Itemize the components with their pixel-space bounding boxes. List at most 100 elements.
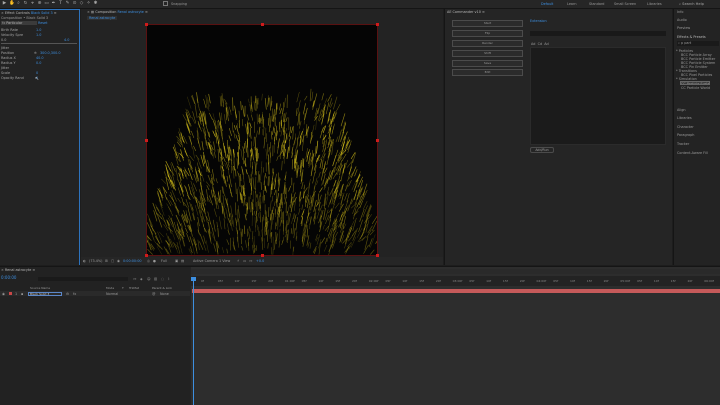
panel-menu-icon[interactable]: ≡ <box>482 10 485 14</box>
fx-switch-icon[interactable]: fx <box>73 292 76 296</box>
layer-handle[interactable] <box>145 23 148 26</box>
param-row[interactable]: Radius Y 0.0 <box>0 61 80 65</box>
param-row[interactable]: Jitter <box>0 46 80 50</box>
pen-tool-icon[interactable]: ✒ <box>51 1 56 6</box>
search-help-box[interactable]: ⌕ Search Help <box>679 1 719 7</box>
timeline-icon[interactable]: ▭ <box>243 259 246 263</box>
panel-effects-presets[interactable]: Effects & Presets <box>677 35 706 39</box>
layer-handle[interactable] <box>261 23 264 26</box>
layer-mode-dropdown[interactable]: Normal <box>106 292 118 296</box>
workspace-tab-small-screen[interactable]: Small Screen <box>614 2 636 6</box>
workspace-tab-libraries[interactable]: Libraries <box>647 2 662 6</box>
comp-flowchart-icon[interactable]: ⊶ <box>133 277 136 281</box>
zoom-tool-icon[interactable]: ⌕ <box>16 1 21 6</box>
panel-audio[interactable]: Audio <box>677 18 687 22</box>
extension-list[interactable] <box>530 47 666 145</box>
panel-libraries[interactable]: Libraries <box>677 116 692 120</box>
flowchart-icon[interactable]: ⊶ <box>249 259 252 263</box>
layer-search-input[interactable] <box>38 277 128 281</box>
roto-tool-icon[interactable]: ✧ <box>86 1 91 6</box>
workspace-tab-learn[interactable]: Learn <box>567 2 576 6</box>
col-parent[interactable]: Parent & Link <box>152 286 172 290</box>
shy-icon[interactable]: ☺ <box>147 277 151 281</box>
param-slider[interactable] <box>1 43 77 44</box>
effect-row-particular[interactable]: fx Particular <box>1 21 37 25</box>
timeline-timecode[interactable]: 0:00:00 <box>1 275 16 280</box>
effects-search-input[interactable]: ⌕ p part <box>677 41 719 46</box>
clone-tool-icon[interactable]: ⊙ <box>72 1 77 6</box>
hand-tool-icon[interactable]: ✋ <box>9 1 15 6</box>
pick-whip-icon[interactable]: @ <box>152 292 155 296</box>
resolution-dropdown[interactable]: Full <box>161 259 167 263</box>
timeline-track-pane[interactable]: 0f 05f 10f 15f 20f 01:00f 05f 10f 15f 20f 02:00f 05… <box>191 267 720 405</box>
region-icon[interactable]: ▣ <box>175 259 178 263</box>
frame-blend-icon[interactable]: ▥ <box>154 277 157 281</box>
work-area-bar[interactable] <box>191 269 720 274</box>
panel-menu-icon[interactable]: ≡ <box>32 268 35 272</box>
close-icon[interactable]: × <box>87 10 90 14</box>
panel-character[interactable]: Character <box>677 125 694 129</box>
transparency-icon[interactable]: ▤ <box>181 259 184 263</box>
commander-tab[interactable]: AE Commander v10 ≡ <box>447 10 485 14</box>
param-row[interactable]: Birth Rate 1.0 <box>0 28 80 32</box>
panel-tracker[interactable]: Tracker <box>677 142 689 146</box>
fast-preview-icon[interactable]: ⚡ <box>237 259 239 263</box>
layer-handle[interactable] <box>376 23 379 26</box>
views-dropdown[interactable]: 1 View <box>219 259 230 263</box>
param-slider-row[interactable]: 0.0 4.0 <box>0 38 80 42</box>
param-row[interactable]: Velocity Spre 1.0 <box>0 33 80 37</box>
layer-handle[interactable] <box>145 139 148 142</box>
panel-menu-icon[interactable]: ≡ <box>145 10 148 14</box>
selection-tool-icon[interactable]: ▶ <box>2 1 7 6</box>
close-icon[interactable]: × <box>1 268 4 272</box>
mask-icon[interactable]: ▢ <box>111 259 114 263</box>
preview-icon[interactable]: ◐ <box>83 259 86 263</box>
rotate-tool-icon[interactable]: ↻ <box>23 1 28 6</box>
effect-controls-tab[interactable]: × Effect Controls Black Solid 3 ≡ <box>1 11 57 15</box>
workspace-tab-standard[interactable]: Standard <box>589 2 604 6</box>
eraser-tool-icon[interactable]: ◇ <box>79 1 84 6</box>
tree-item[interactable]: CC Particle World <box>681 86 710 90</box>
composition-tab[interactable]: × ▦ Composition Renal astrocyte ≡ <box>87 9 148 15</box>
param-row[interactable]: Scale 0 <box>0 71 80 75</box>
current-time-indicator[interactable] <box>193 277 194 405</box>
panel-menu-icon[interactable]: ≡ <box>54 11 57 15</box>
current-time-indicator-head[interactable] <box>191 277 196 281</box>
label-color-swatch[interactable] <box>9 292 12 295</box>
camera-dropdown[interactable]: Active Camera <box>193 259 218 263</box>
panel-paragraph[interactable]: Paragraph <box>677 133 694 137</box>
crosshair-icon[interactable]: ⊕ <box>34 51 37 55</box>
puppet-tool-icon[interactable]: ✱ <box>93 1 98 6</box>
col-mode[interactable]: Mode <box>106 286 114 290</box>
layer-duration-bar[interactable] <box>192 289 720 293</box>
panel-align[interactable]: Align <box>677 108 686 112</box>
flip-button[interactable]: Flip <box>452 30 523 37</box>
graph-editor-icon[interactable]: ⌇ <box>168 277 170 281</box>
render-button[interactable]: Render <box>452 40 523 47</box>
color-icon[interactable]: ● <box>153 259 156 263</box>
save-button[interactable]: Save <box>452 60 523 67</box>
layer-name-field[interactable]: Black Solid 3 <box>28 291 62 296</box>
col-trkmat[interactable]: TrkMat <box>129 286 139 290</box>
start-button[interactable]: Start <box>452 20 523 27</box>
zoom-dropdown[interactable]: (73.4%) <box>89 259 102 263</box>
timecode-display[interactable]: 0:00:00:00 <box>123 259 142 263</box>
col-source-name[interactable]: Source Name <box>30 286 50 290</box>
col-t[interactable]: T <box>122 286 124 290</box>
visibility-icon[interactable]: ◉ <box>2 292 5 296</box>
workspace-tab-default[interactable]: Default <box>541 2 553 6</box>
pan-behind-tool-icon[interactable]: ⊕ <box>37 1 42 6</box>
shift-button[interactable]: Shift <box>452 50 523 57</box>
snapping-checkbox[interactable] <box>163 1 168 6</box>
close-icon[interactable]: × <box>1 11 4 15</box>
param-row[interactable]: Opacity Rand 0 <box>0 76 80 80</box>
draft-3d-icon[interactable]: ◈ <box>140 277 143 281</box>
camera-tool-icon[interactable]: ⌖ <box>30 1 35 6</box>
motion-blur-icon[interactable]: ◌ <box>161 277 164 281</box>
snapshot-icon[interactable]: ◎ <box>147 259 150 263</box>
panel-info[interactable]: Info <box>677 10 683 14</box>
grid-icon[interactable]: ⊞ <box>105 259 108 263</box>
type-tool-icon[interactable]: T <box>58 1 63 6</box>
layer-row[interactable]: ◉ 1 ▪ Black Solid 3 ⚙ fx Normal @ None <box>0 291 190 296</box>
timeline-tab[interactable]: × Renal astrocyte ≡ <box>1 268 35 272</box>
